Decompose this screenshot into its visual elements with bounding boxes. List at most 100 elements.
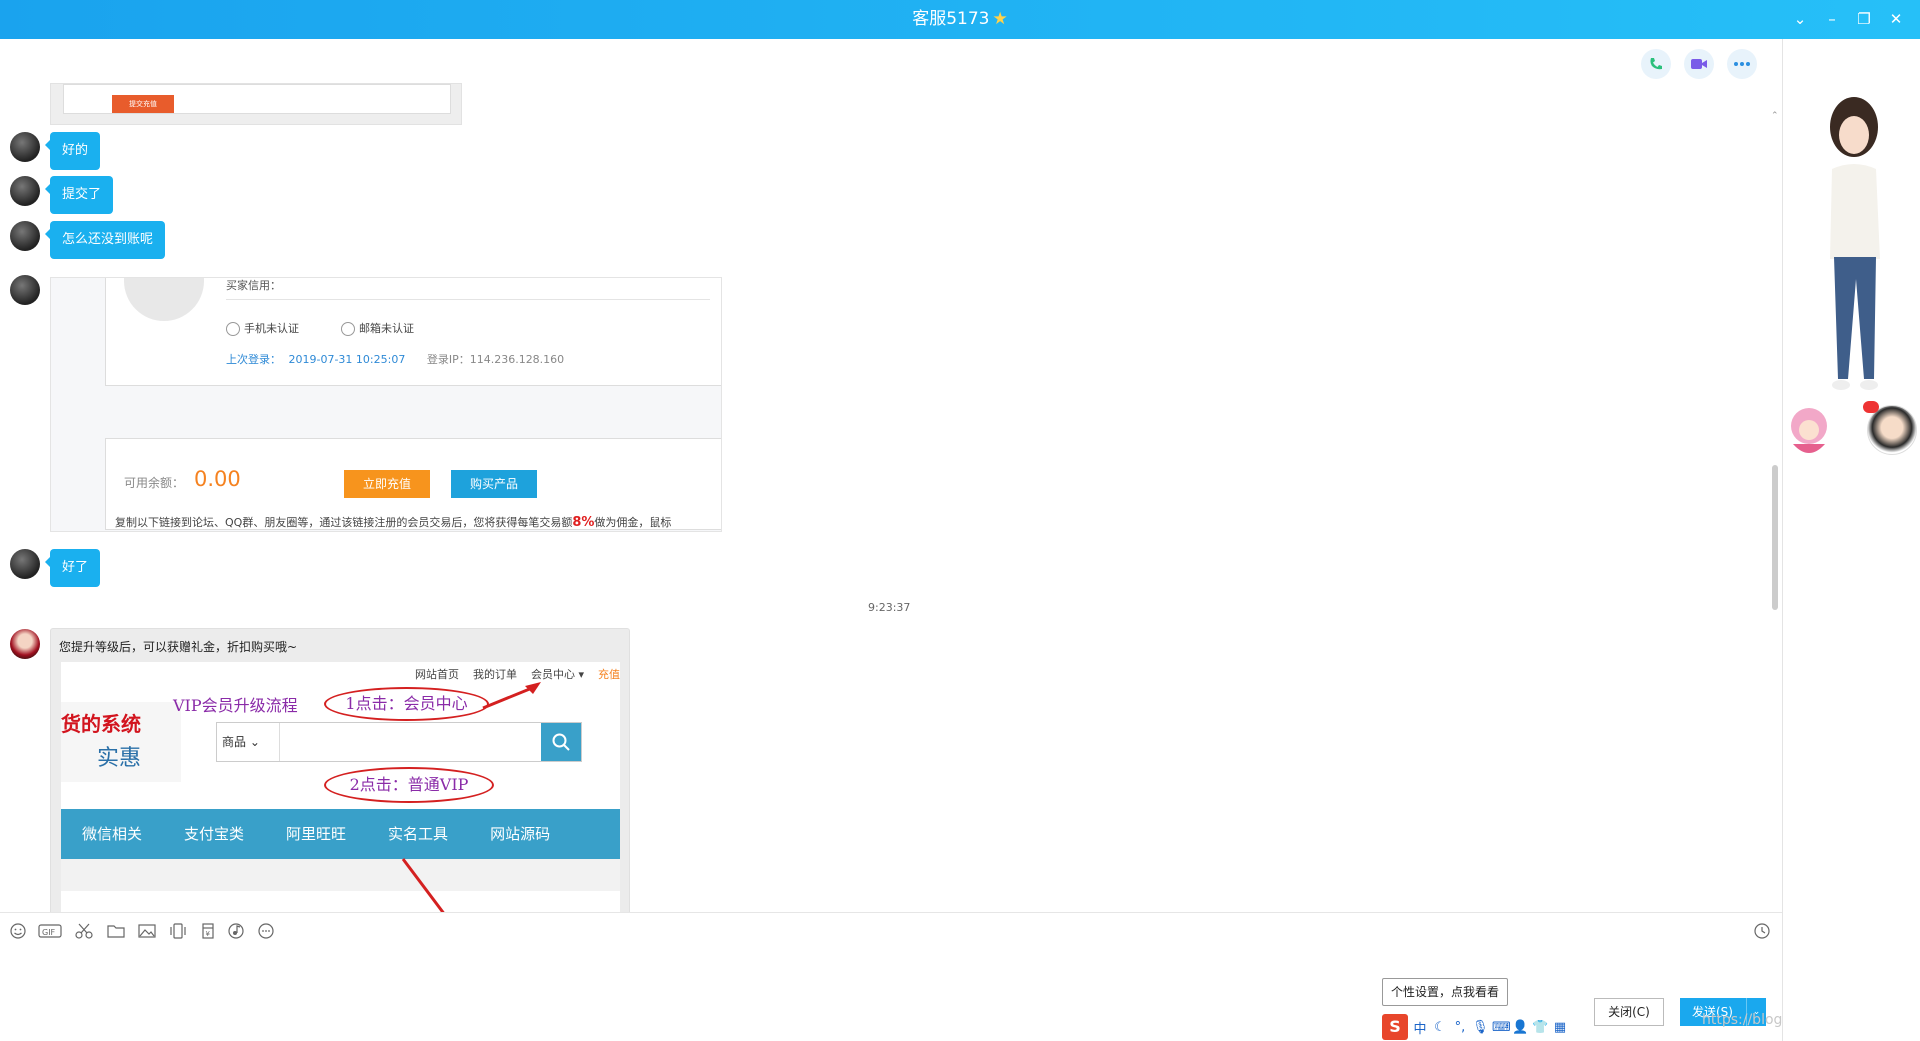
submit-recharge-thumb: 提交充值 xyxy=(112,95,174,113)
user-icon[interactable]: 👤 xyxy=(1512,1020,1528,1035)
page-strip xyxy=(61,859,620,891)
annotation-title: VIP会员升级流程 xyxy=(173,696,298,715)
music-icon[interactable] xyxy=(226,922,246,940)
message-bubble[interactable]: 好的 xyxy=(44,132,101,170)
close-icon[interactable]: ✕ xyxy=(1880,0,1912,39)
avatar[interactable] xyxy=(10,275,40,305)
nav-link-home: 网站首页 xyxy=(414,668,459,681)
search-icon xyxy=(552,733,570,751)
message-bubble[interactable]: 好了 xyxy=(44,549,101,587)
buy-product-button[interactable]: 购买产品 xyxy=(451,470,537,498)
promo-text-b: 做为佣金，鼠标 xyxy=(594,516,672,529)
shake-icon[interactable] xyxy=(168,922,188,940)
input-toolbar: GIF ¥ xyxy=(0,912,1782,948)
last-login-label: 上次登录： xyxy=(226,353,281,366)
star-icon: ★ xyxy=(992,9,1008,29)
cartoon-character-icon[interactable] xyxy=(1783,404,1835,460)
search-category[interactable]: 商品 ⌄ xyxy=(222,733,260,750)
message-timestamp: 9:23:37 xyxy=(868,601,911,614)
ime-toolbar[interactable]: S 中 ☾ °, 🎙 ⌨ 👤 👕 ▦ xyxy=(1382,1014,1568,1040)
user-avatar-placeholder xyxy=(124,278,204,321)
keyboard-icon[interactable]: ⌨ xyxy=(1492,1020,1511,1035)
agent-message-text: 您提升等级后，可以获赠礼金，折扣购买哦~ xyxy=(59,640,298,654)
phone-icon xyxy=(1650,58,1662,70)
last-login-time: 2019-07-31 10:25:07 xyxy=(288,353,406,366)
video-call-button[interactable] xyxy=(1684,49,1714,79)
message-bubble[interactable]: 提交了 xyxy=(44,176,114,214)
grid-icon[interactable]: ▦ xyxy=(1552,1020,1568,1035)
voice-call-button[interactable] xyxy=(1641,49,1671,79)
divider xyxy=(226,299,710,300)
category-realname: 实名工具 xyxy=(388,825,449,843)
screenshot-thumb: 提交充值 xyxy=(63,84,451,114)
annotation-arrow-2 xyxy=(401,858,445,912)
logo-line-1: 货的系统 xyxy=(61,712,141,736)
promo-percent: 8% xyxy=(572,515,595,530)
ime-mode-indicator[interactable]: 中 xyxy=(1412,1018,1428,1037)
annotation-step-1: 1点击：会员中心 xyxy=(324,687,489,721)
notification-bubble-icon[interactable] xyxy=(1863,401,1879,413)
last-login: 上次登录： 2019-07-31 10:25:07 登录IP：114.236.1… xyxy=(226,351,564,367)
chevron-down-icon[interactable]: ⌄ xyxy=(1784,0,1816,39)
more-icon[interactable] xyxy=(256,922,276,940)
minimize-icon[interactable]: – xyxy=(1816,0,1848,39)
category-wechat: 微信相关 xyxy=(82,825,143,843)
more-options-button[interactable] xyxy=(1727,49,1757,79)
window-controls: ⌄ – ❐ ✕ xyxy=(1784,0,1912,39)
avatar[interactable] xyxy=(10,221,40,251)
scroll-up-icon[interactable]: ⌃ xyxy=(1771,111,1779,121)
punctuation-icon[interactable]: °, xyxy=(1452,1020,1468,1035)
email-verify-text: 邮箱未认证 xyxy=(359,322,414,335)
search-button[interactable] xyxy=(541,723,581,761)
scissors-icon[interactable] xyxy=(74,922,94,940)
image-icon[interactable] xyxy=(137,922,157,940)
phone-verify-text: 手机未认证 xyxy=(244,322,299,335)
avatar[interactable] xyxy=(10,176,40,206)
close-button[interactable]: 关闭(C) xyxy=(1594,998,1664,1026)
sogou-logo-icon[interactable]: S xyxy=(1382,1014,1408,1040)
site-category-nav: 微信相关 支付宝类 阿里旺旺 实名工具 网站源码 xyxy=(61,809,620,859)
gif-icon[interactable]: GIF xyxy=(38,922,62,940)
image-message-1[interactable]: 提交充值 xyxy=(50,83,462,125)
chat-actions xyxy=(1641,49,1757,79)
category-source: 网站源码 xyxy=(490,825,551,843)
avatar[interactable] xyxy=(10,549,40,579)
phone-verify: 手机未认证 xyxy=(226,320,299,336)
red-packet-icon[interactable]: ¥ xyxy=(198,922,218,940)
skin-icon[interactable]: 👕 xyxy=(1532,1020,1548,1035)
chat-scrollbar[interactable]: ⌃ ⌄ xyxy=(1771,111,1779,912)
agent-message[interactable]: 您提升等级后，可以获赠礼金，折扣购买哦~ 网站首页 我的订单 会员中心 ▾ 充值… xyxy=(50,628,630,912)
category-aliwangwang: 阿里旺旺 xyxy=(286,825,347,843)
image-message-2[interactable]: 买家信用： 手机未认证 邮箱未认证 上次登录： 2019-07-31 10:25… xyxy=(50,277,722,532)
balance-value: 0.00 xyxy=(194,467,241,491)
nav-link-recharge: 充值 xyxy=(598,668,620,681)
logo-area: 货的系统 实惠 xyxy=(61,702,181,782)
search-box: 商品 ⌄ xyxy=(216,722,582,762)
category-alipay: 支付宝类 xyxy=(184,825,245,843)
avatar-show-figure[interactable] xyxy=(1808,89,1898,399)
search-category-text: 商品 xyxy=(222,735,247,749)
credit-label: 买家信用： xyxy=(226,279,281,292)
search-divider xyxy=(279,723,280,761)
mail-icon xyxy=(341,322,355,336)
history-icon[interactable] xyxy=(1752,922,1772,940)
profile-box: 买家信用： 手机未认证 邮箱未认证 上次登录： 2019-07-31 10:25… xyxy=(105,278,721,386)
microphone-icon[interactable]: 🎙 xyxy=(1472,1020,1489,1035)
email-verify: 邮箱未认证 xyxy=(341,320,414,336)
recharge-button[interactable]: 立即充值 xyxy=(344,470,430,498)
balance-label: 可用余额： xyxy=(124,476,185,490)
moon-icon[interactable]: ☾ xyxy=(1432,1020,1448,1035)
promo-text: 复制以下链接到论坛、QQ群、朋友圈等，通过该链接注册的会员交易后，您将获得每笔交… xyxy=(115,514,721,530)
scroll-thumb[interactable] xyxy=(1772,465,1778,610)
emoji-icon[interactable] xyxy=(8,922,28,940)
phone-icon xyxy=(226,322,240,336)
promo-text-a: 复制以下链接到论坛、QQ群、朋友圈等，通过该链接注册的会员交易后，您将获得每笔交… xyxy=(115,516,573,529)
logo-line-2: 实惠 xyxy=(97,746,142,771)
title-bar: 客服5173 ★ ⌄ – ❐ ✕ xyxy=(0,0,1920,39)
restore-icon[interactable]: ❐ xyxy=(1848,0,1880,39)
folder-icon[interactable] xyxy=(106,922,126,940)
avatar[interactable] xyxy=(10,132,40,162)
message-bubble[interactable]: 怎么还没到账呢 xyxy=(44,221,166,259)
personalize-tooltip: 个性设置，点我看看 xyxy=(1382,978,1509,1006)
agent-avatar[interactable] xyxy=(10,629,40,659)
